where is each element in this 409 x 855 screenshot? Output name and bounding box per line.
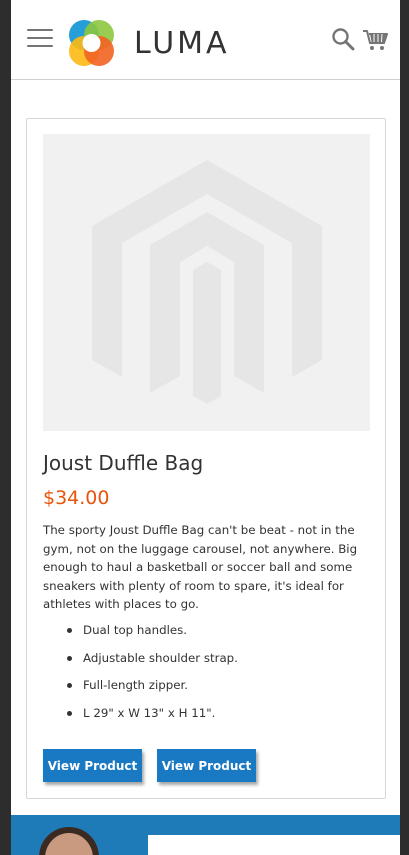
feature-item: Adjustable shoulder strap. bbox=[43, 649, 363, 677]
search-icon[interactable] bbox=[331, 27, 355, 51]
view-product-button-secondary[interactable]: View Product bbox=[157, 749, 256, 782]
promo-banner[interactable] bbox=[11, 815, 400, 855]
product-description: The sporty Joust Duffle Bag can't be bea… bbox=[43, 523, 358, 611]
feature-item: Full-length zipper. bbox=[43, 676, 363, 704]
product-card: Joust Duffle Bag $34.00 The sporty Joust… bbox=[26, 118, 386, 799]
luma-logo-icon bbox=[69, 20, 114, 66]
product-name[interactable]: Joust Duffle Bag bbox=[43, 451, 203, 475]
product-image[interactable] bbox=[43, 134, 370, 431]
feature-item: L 29" x W 13" x H 11". bbox=[43, 704, 363, 732]
site-header: LUMA bbox=[11, 0, 400, 80]
page-viewport: LUMA Joust Duffle Bag $34.00 The sporty … bbox=[11, 0, 400, 855]
magento-logo-placeholder-icon bbox=[91, 160, 322, 404]
banner-panel bbox=[148, 835, 400, 855]
brand-name: LUMA bbox=[134, 25, 230, 61]
product-price: $34.00 bbox=[43, 487, 110, 509]
feature-item: Dual top handles. bbox=[43, 621, 363, 649]
hamburger-menu-icon[interactable] bbox=[27, 28, 53, 48]
site-logo[interactable]: LUMA bbox=[66, 18, 230, 68]
view-product-button[interactable]: View Product bbox=[43, 749, 142, 782]
feature-list: Dual top handles. Adjustable shoulder st… bbox=[43, 621, 363, 731]
shopping-cart-icon[interactable] bbox=[362, 28, 388, 52]
